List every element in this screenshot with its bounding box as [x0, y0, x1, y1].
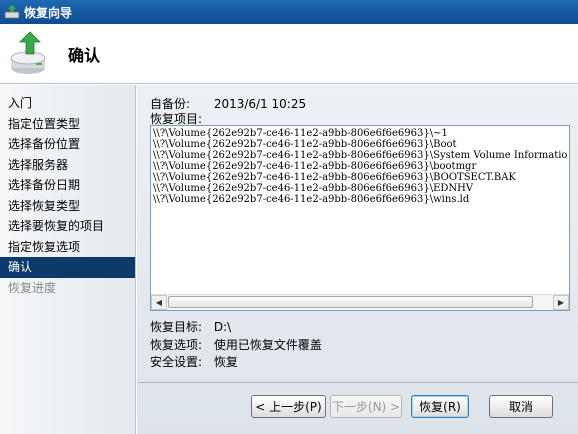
security-value: 恢复 — [213, 355, 238, 369]
sidebar-item[interactable]: 选择恢复类型 — [0, 196, 135, 217]
sidebar-item[interactable]: 入门 — [0, 93, 135, 114]
sidebar-item[interactable]: 指定恢复选项 — [0, 237, 135, 258]
cancel-button[interactable]: 取消 — [489, 395, 553, 418]
security-row: 安全设置: 恢复 — [150, 353, 238, 370]
list-item: \\?\Volume{262e92b7-ce46-11e2-a9bb-806e6… — [153, 139, 457, 150]
confirmation-panel: 自备份: 2013/6/1 10:25 恢复项目: \\?\Volume{262… — [137, 85, 578, 434]
window-title: 恢复向导 — [24, 5, 73, 20]
sidebar-item[interactable]: 选择备份位置 — [0, 134, 135, 155]
sidebar-item[interactable]: 指定位置类型 — [0, 114, 135, 135]
recover-button[interactable]: 恢复(R) — [411, 395, 469, 418]
wizard-steps-sidebar: 入门 指定位置类型 选择备份位置 选择服务器 选择备份日期 选择恢复类型 选择要恢复的项目指… — [0, 85, 136, 434]
restore-items-lines: \\?\Volume{262e92b7-ce46-11e2-a9bb-806e6… — [153, 128, 567, 292]
target-row: 恢复目标: D:\ — [150, 318, 231, 335]
wizard-header: 确认 — [0, 24, 578, 84]
scroll-left-icon[interactable]: ◀ — [151, 295, 167, 310]
restore-drive-icon — [10, 31, 46, 74]
scroll-track[interactable] — [167, 295, 553, 310]
target-value: D:\ — [213, 320, 232, 334]
title-bar: 恢复向导 — [0, 0, 578, 24]
list-item: \\?\Volume{262e92b7-ce46-11e2-a9bb-806e6… — [153, 183, 474, 194]
sidebar-item[interactable]: 选择要恢复的项目 — [0, 216, 135, 237]
sidebar-item[interactable]: 选择服务器 — [0, 155, 135, 176]
next-button[interactable]: 下一步(N) > — [330, 395, 402, 418]
security-label: 安全设置: — [150, 355, 203, 369]
target-label: 恢复目标: — [150, 320, 203, 334]
sidebar-item: 恢复进度 — [8, 280, 57, 295]
horizontal-scrollbar[interactable]: ◀ ▶ — [151, 294, 569, 310]
list-item: \\?\Volume{262e92b7-ce46-11e2-a9bb-806e6… — [153, 172, 516, 183]
page-title: 确认 — [68, 46, 101, 65]
list-item: \\?\Volume{262e92b7-ce46-11e2-a9bb-806e6… — [153, 150, 567, 161]
footer-divider — [137, 382, 578, 383]
options-value: 使用已恢复文件覆盖 — [213, 338, 322, 352]
sidebar-item[interactable]: 确认 — [0, 257, 135, 278]
backup-app-icon — [4, 5, 20, 19]
sidebar-item[interactable]: 选择备份日期 — [0, 175, 135, 196]
restore-items-list[interactable]: \\?\Volume{262e92b7-ce46-11e2-a9bb-806e6… — [150, 125, 570, 311]
options-label: 恢复选项: — [150, 338, 203, 352]
backup-value: 2013/6/1 10:25 — [213, 97, 307, 111]
back-button[interactable]: < 上一步(P) — [251, 395, 326, 418]
scroll-right-icon[interactable]: ▶ — [553, 295, 569, 310]
options-row: 恢复选项: 使用已恢复文件覆盖 — [150, 336, 322, 353]
scroll-thumb[interactable] — [168, 296, 533, 308]
list-item: \\?\Volume{262e92b7-ce46-11e2-a9bb-806e6… — [153, 128, 448, 139]
list-item: \\?\Volume{262e92b7-ce46-11e2-a9bb-806e6… — [153, 161, 477, 172]
list-item: \\?\Volume{262e92b7-ce46-11e2-a9bb-806e6… — [153, 194, 470, 205]
